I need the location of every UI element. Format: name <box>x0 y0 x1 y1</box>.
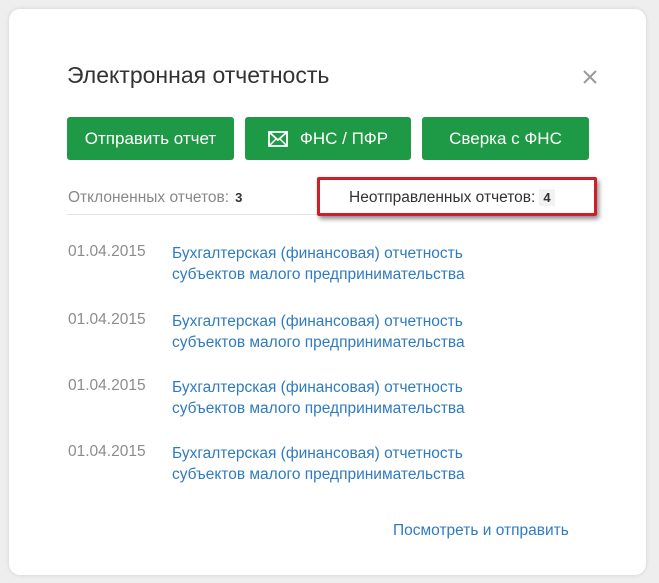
fns-pfr-button[interactable]: ФНС / ПФР <box>245 117 411 160</box>
report-link-line2: субъектов малого предпринимательства <box>172 334 465 351</box>
rejected-reports-label: Отклоненных отчетов: <box>68 189 230 206</box>
envelope-icon <box>268 130 288 147</box>
report-link-line1: Бухгалтерская (финансовая) отчетность <box>172 245 463 262</box>
e-reporting-panel: Электронная отчетность Отправить отчет Ф… <box>8 8 647 576</box>
panel-title: Электронная отчетность <box>67 62 330 88</box>
send-report-label: Отправить отчет <box>84 128 217 148</box>
tabs-divider <box>67 214 317 215</box>
report-link-line2: субъектов малого предпринимательства <box>172 466 465 483</box>
report-link-line2: субъектов малого предпринимательства <box>172 266 465 283</box>
report-link-line1: Бухгалтерская (финансовая) отчетность <box>172 379 463 396</box>
fns-pfr-label: ФНС / ПФР <box>299 128 389 148</box>
send-report-button[interactable]: Отправить отчет <box>67 117 234 160</box>
report-date: 01.04.2015 <box>68 443 146 460</box>
view-and-send-link[interactable]: Посмотреть и отправить <box>393 522 569 540</box>
report-link[interactable]: Бухгалтерская (финансовая) отчетность суб… <box>172 311 552 353</box>
report-date: 01.04.2015 <box>68 243 146 260</box>
report-link[interactable]: Бухгалтерская (финансовая) отчетность суб… <box>172 243 552 285</box>
report-link-line1: Бухгалтерская (финансовая) отчетность <box>172 445 463 462</box>
unsent-reports-tab[interactable]: Неотправленных отчетов: 4 <box>349 189 555 207</box>
report-link[interactable]: Бухгалтерская (финансовая) отчетность суб… <box>172 377 552 419</box>
report-date: 01.04.2015 <box>68 377 146 394</box>
unsent-reports-label: Неотправленных отчетов: <box>349 189 536 206</box>
report-link-line1: Бухгалтерская (финансовая) отчетность <box>172 313 463 330</box>
report-link[interactable]: Бухгалтерская (финансовая) отчетность суб… <box>172 443 552 485</box>
report-date: 01.04.2015 <box>68 311 146 328</box>
rejected-reports-tab[interactable]: Отклоненных отчетов: 3 <box>68 189 242 207</box>
sverka-fns-label: Сверка с ФНС <box>449 128 562 148</box>
sverka-fns-button[interactable]: Сверка с ФНС <box>422 117 589 160</box>
report-link-line2: субъектов малого предпринимательства <box>172 400 465 417</box>
rejected-reports-count: 3 <box>235 190 243 205</box>
close-icon[interactable] <box>580 67 600 87</box>
unsent-reports-count: 4 <box>539 189 555 206</box>
